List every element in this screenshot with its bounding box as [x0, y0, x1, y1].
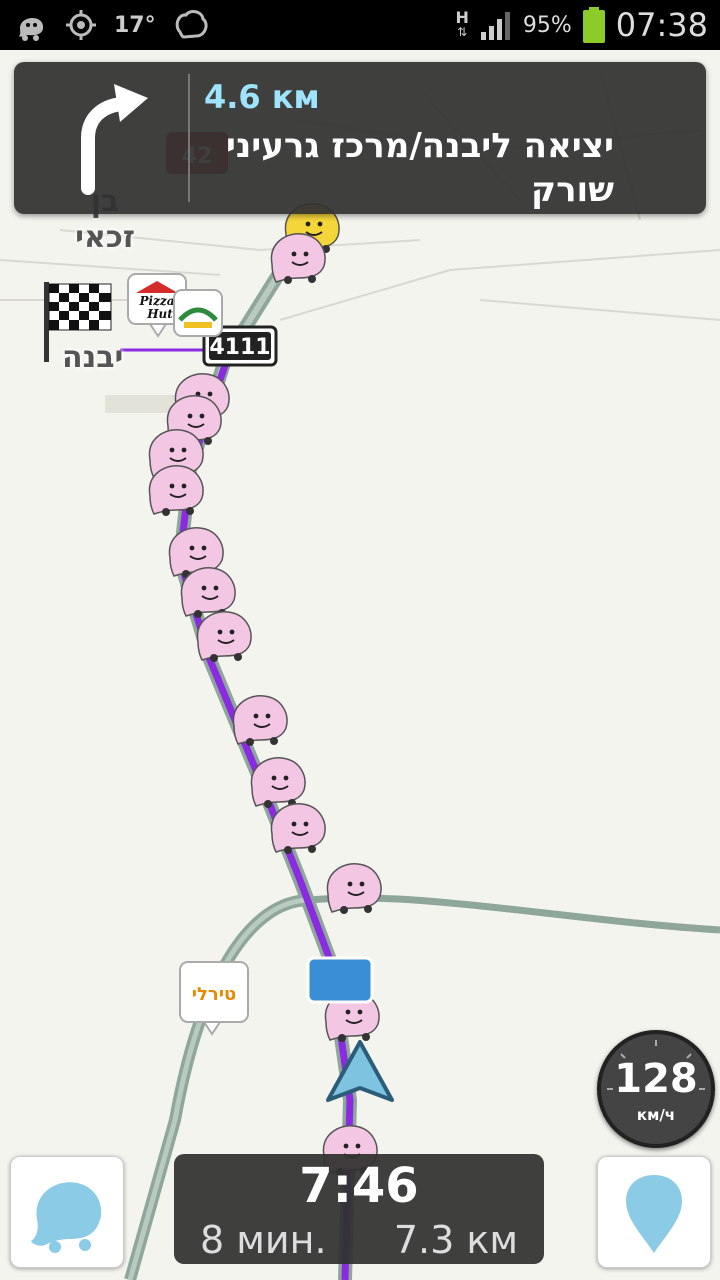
status-bar: 17° H ⇅ 95% 07:38 — [0, 0, 720, 50]
turn-right-arrow-icon — [81, 84, 148, 195]
data-arrows-icon: ⇅ — [457, 25, 468, 39]
gps-icon — [66, 10, 96, 40]
map-marker[interactable] — [306, 956, 374, 1004]
road-shield-label: 4111 — [209, 335, 270, 360]
remaining-duration: 8 мин. — [200, 1218, 327, 1262]
battery-icon — [582, 7, 605, 43]
status-time: 07:38 — [615, 6, 708, 44]
poi-pizza-hut-label: Pizza — [139, 294, 175, 308]
network-type-label: H — [455, 8, 469, 27]
map-area — [105, 395, 175, 413]
weather-temperature: 17° — [114, 12, 156, 38]
remaining-distance: 7.3 км — [393, 1218, 518, 1262]
poi-pizza-hut-label-2: Hut — [146, 307, 173, 321]
navigation-instruction-panel[interactable]: 4.6 км יציאה ליבנה/מרכז גרעיני שורק — [14, 62, 706, 214]
menu-button[interactable] — [10, 1156, 124, 1268]
eta-panel[interactable]: 7:46 8 мин. 7.3 км — [174, 1154, 544, 1264]
current-speed: 128 — [614, 1056, 698, 1102]
signal-strength-icon — [480, 12, 510, 40]
battery-percent: 95% — [522, 12, 572, 38]
waze-icon — [31, 1182, 102, 1253]
speedometer: 128 км/ч — [597, 1030, 715, 1148]
arrival-time: 7:46 — [299, 1158, 419, 1214]
distance-to-turn: 4.6 км — [204, 78, 320, 116]
poi-gas-station[interactable] — [173, 289, 223, 337]
poi-tirtli-label: טירלי — [192, 984, 237, 1005]
city-label-yavne: יבנה — [62, 340, 124, 375]
divider — [188, 74, 190, 202]
network-type-indicator: H ⇅ — [455, 8, 469, 40]
pin-icon — [626, 1175, 682, 1253]
waze-notification-icon — [19, 17, 44, 41]
speed-unit: км/ч — [636, 1106, 676, 1124]
report-button[interactable] — [597, 1156, 711, 1268]
weather-cloud-icon — [175, 10, 208, 39]
turn-instruction: יציאה ליבנה/מרכז גרעיני שורק — [225, 126, 614, 210]
